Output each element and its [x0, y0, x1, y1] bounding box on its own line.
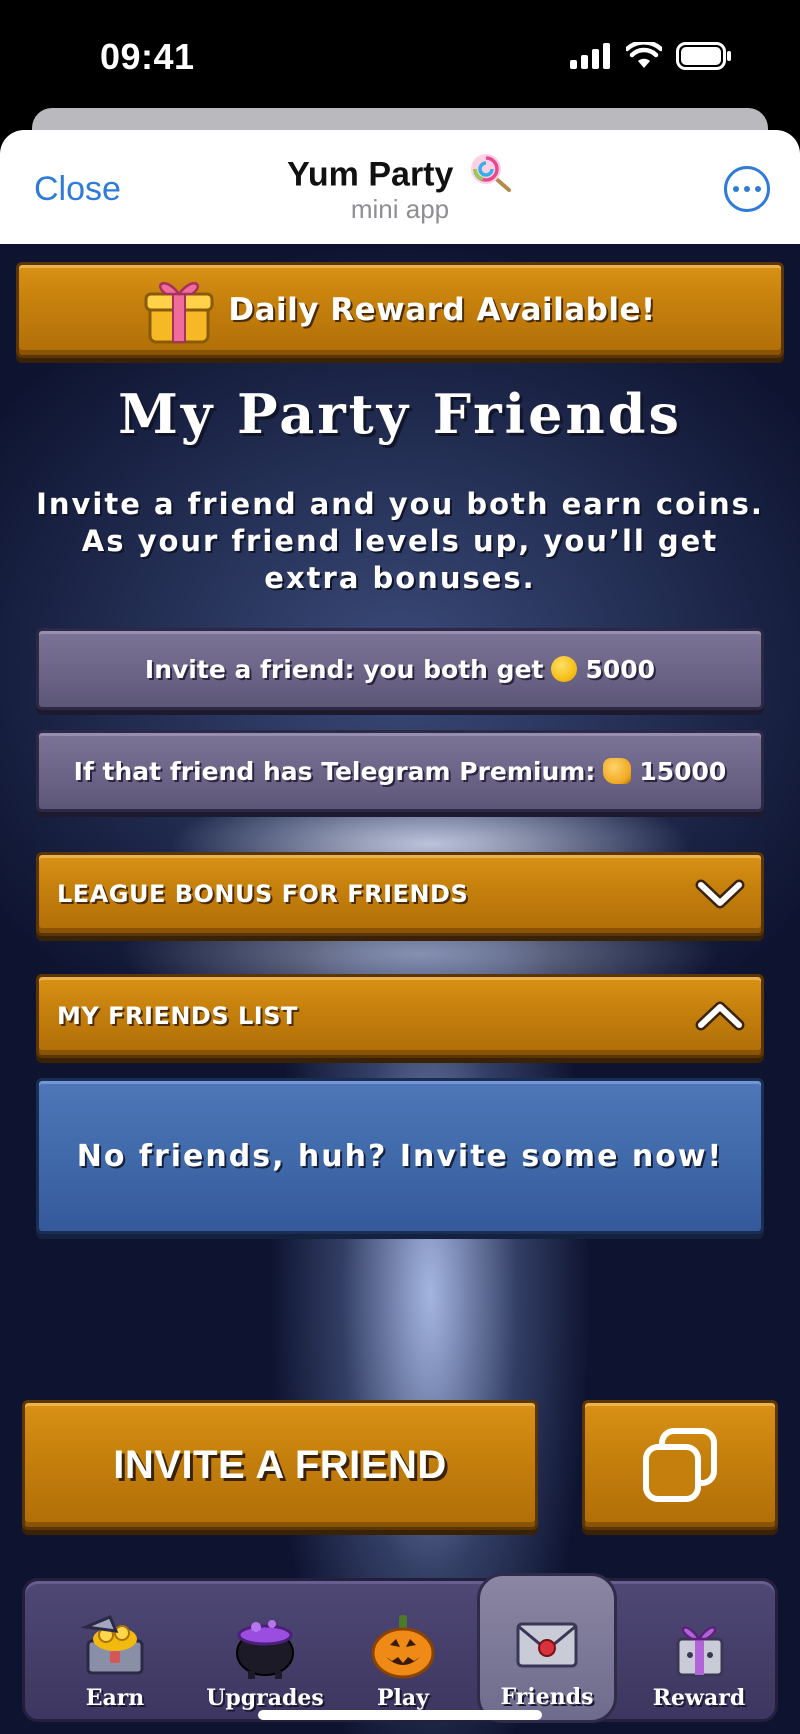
friends-list-empty-state: No friends, huh? Invite some now!: [36, 1078, 764, 1234]
chevron-up-icon: [695, 1001, 745, 1031]
game-area: Daily Reward Available! My Party Friends…: [0, 244, 800, 1734]
page-intro: Invite a friend and you both earn coins.…: [36, 487, 764, 595]
copy-link-button[interactable]: [582, 1400, 778, 1530]
coin-icon: [551, 656, 578, 682]
nav-upgrades-label: Upgrades: [206, 1685, 324, 1711]
copy-icon: [643, 1428, 717, 1502]
invite-friend-button[interactable]: INVITE A FRIEND: [22, 1400, 538, 1530]
status-icons: [570, 42, 732, 70]
daily-reward-label: Daily Reward Available!: [228, 292, 656, 328]
status-time: 09:41: [100, 36, 195, 77]
nav-friends-label: Friends: [500, 1684, 594, 1710]
premium-reward-card: If that friend has Telegram Premium: 150…: [36, 730, 764, 812]
page-title: My Party Friends: [118, 382, 682, 446]
league-bonus-accordion[interactable]: LEAGUE BONUS FOR FRIENDS: [36, 852, 764, 936]
nav-reward-label: Reward: [652, 1685, 746, 1711]
more-dot-icon: [744, 186, 750, 192]
nav-upgrades[interactable]: Upgrades: [195, 1581, 335, 1721]
fist-coin-icon: [603, 758, 632, 784]
nav-play-label: Play: [377, 1685, 429, 1711]
more-dot-icon: [733, 186, 739, 192]
nav-friends[interactable]: Friends: [477, 1573, 617, 1723]
more-options-button[interactable]: [724, 166, 770, 212]
battery-icon: [676, 42, 731, 70]
envelope-icon: [516, 1622, 578, 1668]
nav-reward[interactable]: Reward: [629, 1581, 769, 1721]
more-dot-icon: [755, 186, 761, 192]
premium-reward-amount: 15000: [639, 756, 727, 786]
league-bonus-label: LEAGUE BONUS FOR FRIENDS: [57, 880, 469, 908]
status-bar: 09:41: [0, 0, 800, 110]
gift-icon: [144, 282, 214, 344]
wifi-icon: [626, 42, 662, 68]
nav-earn-label: Earn: [85, 1685, 145, 1711]
home-indicator: [258, 1710, 542, 1720]
cauldron-icon: [236, 1620, 294, 1679]
telegram-header: Close Yum Party mini app: [0, 130, 800, 244]
invite-reward-text: Invite a friend: you both get: [144, 654, 544, 684]
premium-reward-text: If that friend has Telegram Premium:: [73, 756, 596, 786]
treasure-chest-icon: [80, 1615, 144, 1675]
friends-list-label: MY FRIENDS LIST: [57, 1002, 298, 1030]
cellular-signal-icon: [570, 43, 610, 69]
nav-play[interactable]: Play: [333, 1581, 473, 1721]
app-title-text: Yum Party: [287, 155, 454, 194]
friends-list-accordion[interactable]: MY FRIENDS LIST: [36, 974, 764, 1058]
invite-reward-card: Invite a friend: you both get 5000: [36, 628, 764, 710]
invite-reward-amount: 5000: [585, 654, 656, 684]
bottom-nav: Earn Upgrades Play Friends Reward: [22, 1573, 778, 1723]
gift-box-icon: [676, 1626, 724, 1677]
app-subtitle: mini app: [350, 194, 450, 224]
chevron-down-icon: [695, 879, 745, 909]
pumpkin-icon: [371, 1615, 435, 1679]
nav-earn[interactable]: Earn: [45, 1581, 185, 1721]
daily-reward-banner[interactable]: Daily Reward Available!: [16, 262, 784, 358]
